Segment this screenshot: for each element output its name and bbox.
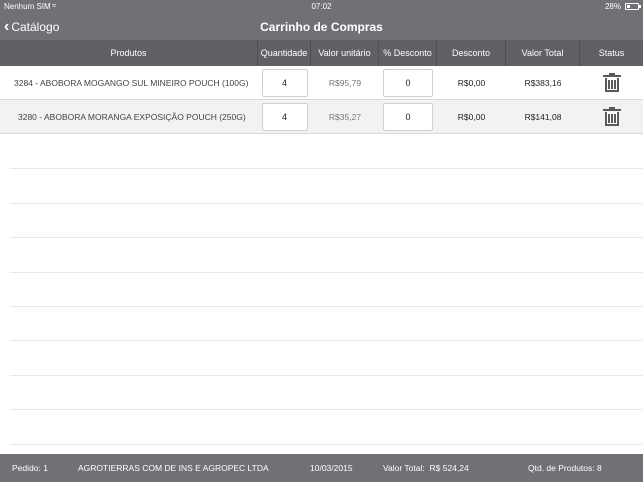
discount-pct-cell: 0 [382, 66, 434, 100]
discount-value: R$0,00 [457, 112, 486, 122]
quantity-cell: 4 [260, 66, 309, 100]
order-number: Pedido: 1 [12, 454, 48, 482]
empty-row-divider [10, 237, 643, 238]
total-value: R$141,08 [524, 112, 562, 122]
back-button-label: Catálogo [11, 20, 60, 34]
order-date: 10/03/2015 [310, 463, 353, 473]
unit-price: R$35,27 [328, 112, 362, 122]
trash-icon[interactable] [602, 73, 621, 92]
order-value: 1 [43, 463, 48, 473]
header-status: Status [598, 48, 625, 58]
quantity-input[interactable]: 4 [261, 103, 308, 131]
page-title: Carrinho de Compras [260, 20, 383, 34]
back-button[interactable]: ‹ Catálogo [4, 17, 59, 37]
header-valor-total: Valor Total [506, 40, 580, 66]
empty-row-divider [10, 409, 643, 410]
header-pct-desconto: % Desconto [379, 40, 437, 66]
status-time: 07:02 [311, 2, 332, 11]
discount-pct-input[interactable]: 0 [383, 69, 433, 97]
header-quantidade: Quantidade [258, 40, 311, 66]
product-name: 3284 - ABOBORA MOGANGO SUL MINEIRO POUCH… [14, 78, 249, 88]
quantity-cell: 4 [260, 100, 309, 134]
table-row: 3284 - ABOBORA MOGANGO SUL MINEIRO POUCH… [0, 66, 643, 100]
status-cell [580, 100, 643, 134]
order-total-label: Valor Total: [383, 463, 425, 473]
empty-row-divider [10, 444, 643, 445]
product-name: 3280 - ABOBORA MORANGA EXPOSIÇÃO POUCH (… [18, 112, 246, 122]
status-cell [580, 66, 643, 100]
status-bar: Nenhum SIM ≈ 07:02 28% [0, 0, 643, 14]
empty-row-divider [10, 168, 643, 169]
empty-row-divider [10, 340, 643, 341]
product-count-label: Qtd. de Produtos: [528, 463, 595, 473]
empty-row-divider [10, 203, 643, 204]
table-row: 3280 - ABOBORA MORANGA EXPOSIÇÃO POUCH (… [0, 100, 643, 134]
header-desconto: Desconto [437, 40, 506, 66]
empty-row-divider [10, 272, 643, 273]
discount-pct-cell: 0 [382, 100, 434, 134]
order-total: Valor Total: R$ 524,24 [383, 454, 469, 482]
unit-price: R$95,79 [328, 78, 362, 88]
top-bar: Nenhum SIM ≈ 07:02 28% ‹ Catálogo Carrin… [0, 0, 643, 40]
quantity-input[interactable]: 4 [261, 69, 308, 97]
chevron-left-icon: ‹ [4, 18, 10, 35]
product-count-value: 8 [597, 463, 602, 473]
trash-icon[interactable] [602, 107, 621, 126]
discount-value: R$0,00 [457, 78, 486, 88]
empty-row-divider [10, 375, 643, 376]
header-valor-unitario: Valor unitário [311, 40, 379, 66]
navigation-bar: ‹ Catálogo Carrinho de Compras [0, 14, 643, 40]
header-produtos: Produtos [0, 40, 258, 66]
customer-name: AGROTIERRAS COM DE INS E AGROPEC LTDA [78, 463, 269, 473]
order-label: Pedido: [12, 463, 41, 473]
battery-percent: 28% [604, 2, 621, 11]
product-count: Qtd. de Produtos: 8 [528, 454, 602, 482]
discount-pct-input[interactable]: 0 [383, 103, 433, 131]
empty-row-divider [10, 306, 643, 307]
table-header: Produtos Quantidade Valor unitário % Des… [0, 40, 643, 66]
total-value: R$383,16 [524, 78, 562, 88]
battery-icon [625, 3, 641, 10]
order-summary-bar: Pedido: 1 AGROTIERRAS COM DE INS E AGROP… [0, 454, 643, 482]
order-total-value: R$ 524,24 [429, 463, 469, 473]
